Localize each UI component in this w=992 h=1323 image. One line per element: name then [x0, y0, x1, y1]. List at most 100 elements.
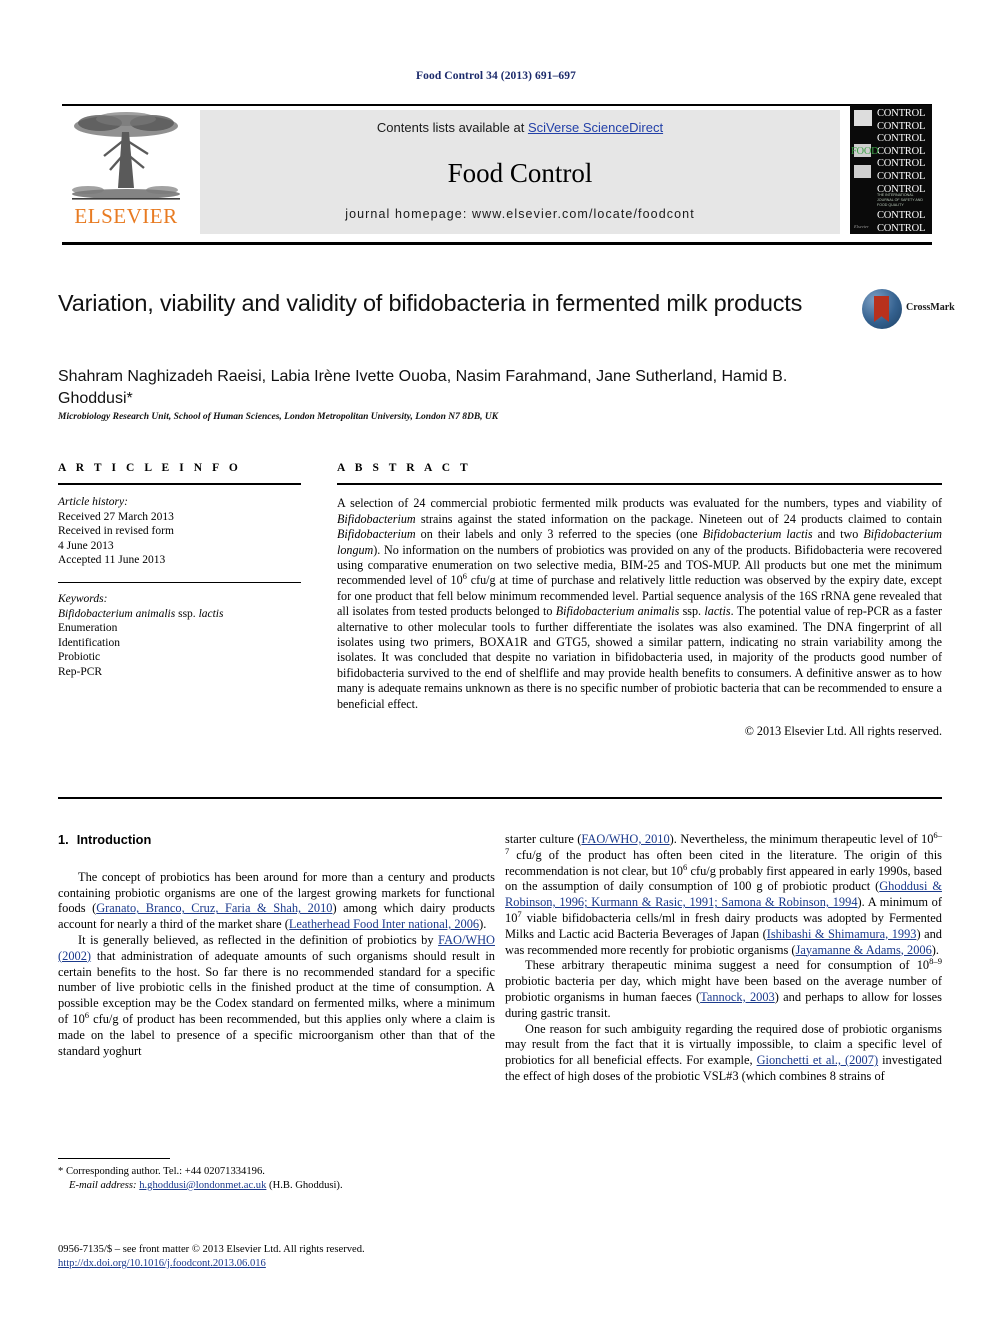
email-line: E-mail address: h.ghoddusi@londonmet.ac.…	[58, 1179, 495, 1193]
keywords-block: Keywords: Bifidobacterium animalis ssp. …	[58, 592, 301, 679]
cover-footer-text: Elsevier	[854, 224, 869, 229]
species-name: Bifidobacterium	[337, 527, 416, 542]
citation-link[interactable]: Jayamanne & Adams, 2006	[796, 943, 932, 957]
article-info-heading: A R T I C L E I N F O	[58, 462, 242, 474]
body-column-left: 1. Introduction The concept of probiotics…	[58, 832, 495, 1059]
cover-control-word: CONTROL	[877, 222, 926, 234]
article-info-rule	[58, 483, 301, 486]
elsevier-logo: ELSEVIER	[62, 110, 190, 234]
elsevier-tree-icon	[72, 112, 180, 200]
article-history: Article history: Received 27 March 2013 R…	[58, 495, 301, 568]
species-name: Bifidobacterium longum	[337, 527, 942, 557]
email-owner: (H.B. Ghoddusi).	[269, 1179, 343, 1191]
contents-lists-line: Contents lists available at SciVerse Sci…	[200, 120, 840, 135]
doi-link[interactable]: http://dx.doi.org/10.1016/j.foodcont.201…	[58, 1258, 266, 1269]
cover-publisher-mark	[854, 110, 872, 126]
exponent: 6	[683, 861, 688, 872]
paragraph: These arbitrary therapeutic minima sugge…	[505, 956, 943, 1020]
cover-control-word: CONTROL	[877, 108, 926, 119]
exponent: 8–9	[929, 956, 942, 967]
footnote-area: * Corresponding author. Tel.: +44 020713…	[58, 1158, 495, 1192]
species-name: Bifidobacterium lactis	[702, 527, 813, 542]
body-column-right: starter culture (FAO/WHO, 2010). Neverth…	[505, 829, 943, 1085]
page-title: Variation, viability and validity of bif…	[58, 290, 803, 316]
cover-control-word: CONTROL	[877, 158, 926, 170]
section-label: Introduction	[76, 832, 152, 847]
species-name: lactis	[704, 604, 731, 619]
crossmark-label: CrossMark	[906, 302, 955, 313]
article-history-label: Article history:	[58, 496, 128, 509]
citation-link[interactable]: Ishibashi & Shimamura, 1993	[767, 927, 917, 941]
keyword-item: Bifidobacterium animalis ssp. lactis	[58, 607, 224, 620]
cover-subtitle: THE INTERNATIONAL JOURNAL OF SAFETY AND …	[877, 193, 923, 207]
section-heading-introduction: 1. Introduction	[58, 832, 495, 848]
species-name: Bifidobacterium animalis	[555, 604, 680, 619]
cover-control-word: CONTROL	[877, 171, 926, 182]
author-list: Shahram Naghizadeh Raeisi, Labia Irène I…	[58, 368, 788, 407]
imprint-block: 0956-7135/$ – see front matter © 2013 El…	[58, 1243, 495, 1271]
cover-control-word: CONTROL	[877, 145, 926, 157]
banner-bottom-rule	[62, 242, 932, 245]
corresponding-author-text: * Corresponding author. Tel.: +44 020713…	[58, 1166, 265, 1178]
keywords-label: Keywords:	[58, 593, 108, 606]
introduction-left-text: The concept of probiotics has been aroun…	[58, 870, 495, 1060]
article-history-list: Received 27 March 2013 Received in revise…	[58, 510, 301, 568]
species-name: Bifidobacterium	[337, 511, 416, 526]
exponent: 6–7	[505, 829, 942, 856]
email-label: E-mail address:	[69, 1179, 137, 1191]
front-matter-line: 0956-7135/$ – see front matter © 2013 El…	[58, 1244, 365, 1255]
exponent: 6	[84, 1009, 90, 1020]
email-link[interactable]: h.ghoddusi@londonmet.ac.uk	[139, 1180, 266, 1191]
citation-link[interactable]: FAO/WHO, 2010	[581, 832, 669, 846]
article-info-column: A R T I C L E I N F O Article history: R…	[58, 462, 301, 679]
abstract-body: A selection of 24 commercial probiotic f…	[337, 496, 942, 711]
running-head: Food Control 34 (2013) 691–697	[416, 70, 576, 82]
journal-banner: ELSEVIER Contents lists available at Sci…	[62, 104, 932, 245]
section-number: 1.	[58, 832, 69, 847]
citation-link[interactable]: FAO/WHO (2002)	[58, 933, 495, 963]
exponent: 7	[517, 908, 522, 919]
citation-link[interactable]: Leatherhead Food Inter national, 2006	[289, 917, 479, 931]
cover-control-word: CONTROL	[877, 210, 926, 222]
keyword-item: Identification	[58, 636, 120, 649]
cover-left-column	[852, 108, 876, 232]
crossmark-badge-group[interactable]: CrossMark	[862, 287, 955, 333]
band-bottom-rule	[58, 797, 942, 800]
journal-homepage[interactable]: journal homepage: www.elsevier.com/locat…	[200, 207, 840, 221]
citation-link[interactable]: Tannock, 2003	[700, 990, 775, 1004]
article-history-item: Accepted 11 June 2013	[58, 554, 166, 567]
paragraph: It is generally believed, as reflected i…	[58, 932, 495, 1058]
abstract-heading: A B S T R A C T	[337, 462, 472, 474]
abstract-rule	[337, 483, 942, 486]
keyword-item: Enumeration	[58, 622, 118, 635]
paragraph: One reason for such ambiguity regarding …	[505, 1021, 942, 1083]
elsevier-wordmark: ELSEVIER	[74, 204, 178, 228]
introduction-right-text: starter culture (FAO/WHO, 2010). Neverth…	[505, 829, 943, 1085]
sciencedirect-link[interactable]: SciVerse ScienceDirect	[528, 120, 663, 135]
banner-center-box: Contents lists available at SciVerse Sci…	[200, 110, 840, 234]
banner-top-rule	[62, 104, 932, 106]
journal-cover-thumbnail[interactable]: CONTROL CONTROL CONTROL CONTROL CONTROL CONTR…	[850, 105, 932, 234]
keywords-rule	[58, 581, 301, 584]
footnote-divider	[58, 1158, 170, 1160]
title-block: Variation, viability and validity of bif…	[58, 288, 848, 318]
citation-link[interactable]: Granato, Branco, Cruz, Faria & Shah, 201…	[96, 901, 332, 915]
crossmark-icon	[862, 289, 902, 329]
paragraph: The concept of probiotics has been aroun…	[58, 869, 495, 932]
cover-control-word: CONTROL	[877, 133, 926, 145]
citation-link[interactable]: Ghoddusi & Robinson, 1996; Kurmann & Ras…	[505, 879, 942, 909]
cover-food-word: FOOD	[851, 145, 879, 157]
article-history-item: 4 June 2013	[58, 539, 114, 552]
abstract-copyright: © 2013 Elsevier Ltd. All rights reserved…	[744, 724, 942, 739]
citation-link[interactable]: Gionchetti et al., (2007)	[757, 1053, 879, 1067]
cover-image-thumb-2	[854, 165, 871, 178]
keyword-item: Rep-PCR	[58, 665, 103, 678]
keyword-item: Probiotic	[58, 651, 101, 664]
corresponding-author-note: * Corresponding author. Tel.: +44 020713…	[58, 1165, 495, 1192]
abstract-column: A B S T R A C T A selection of 24 commer…	[337, 462, 942, 739]
article-history-item: Received 27 March 2013	[58, 510, 174, 523]
journal-title: Food Control	[447, 158, 593, 188]
keywords-list: Bifidobacterium animalis ssp. lactis Enum…	[58, 607, 301, 680]
article-history-item: Received in revised form	[58, 525, 174, 538]
paper-page: Food Control 34 (2013) 691–697 ELSEVIER …	[0, 0, 992, 1323]
